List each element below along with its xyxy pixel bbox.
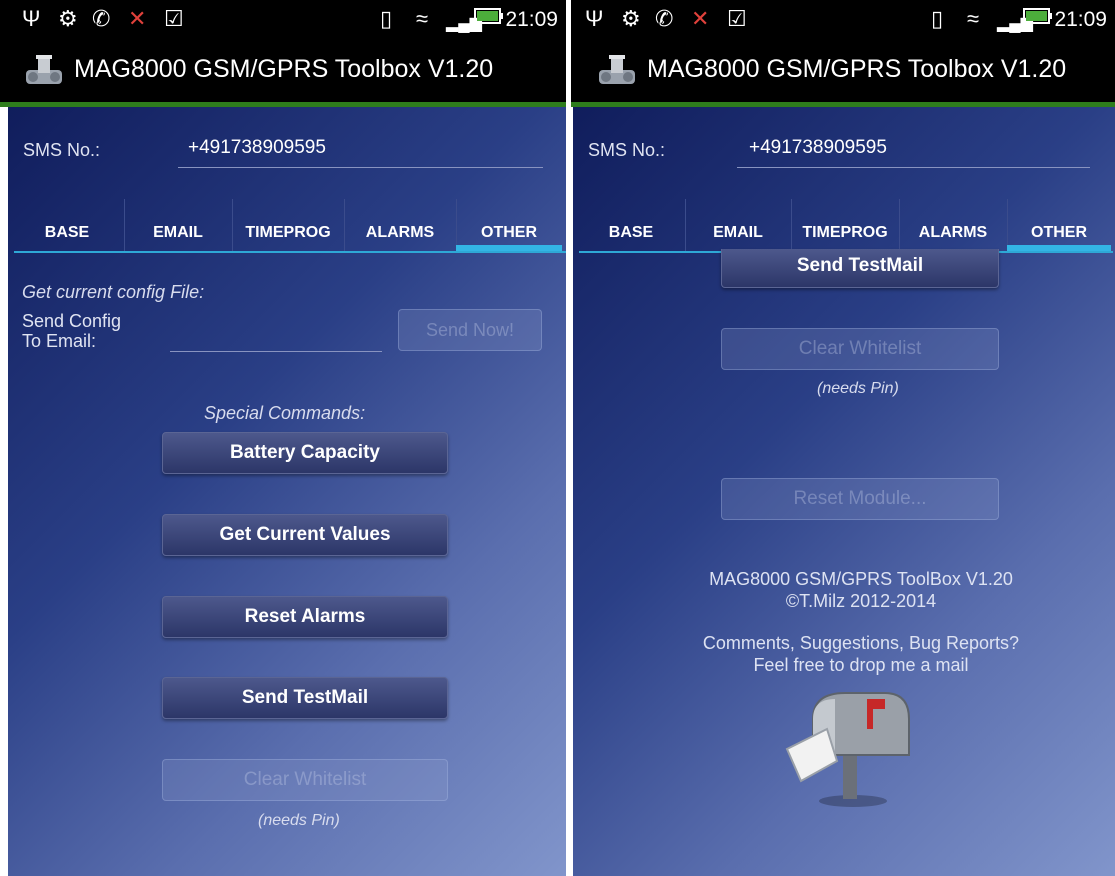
needs-pin-note: (needs Pin) (817, 380, 899, 397)
content-area: SMS No.: +491738909595 BASE EMAIL TIMEPR… (573, 107, 1115, 876)
tab-timeprog[interactable]: TIMEPROG (232, 213, 344, 253)
about-text: MAG8000 GSM/GPRS ToolBox V1.20 ©T.Milz 2… (661, 568, 1061, 676)
app-titlebar: MAG8000 GSM/GPRS Toolbox V1.20 (571, 38, 1115, 107)
tab-selected-indicator (1007, 245, 1111, 251)
wifi-icon: ≈ (967, 6, 980, 31)
status-bar: Ψ ⚙ ✆ ✕ ☑ ▯ ≈ ▂▄▆ 21:09 (0, 0, 566, 38)
sms-label: SMS No.: (23, 140, 101, 160)
sms-number-value: +491738909595 (188, 137, 326, 158)
sms-number-input[interactable] (737, 167, 1090, 168)
flowmeter-icon (24, 53, 64, 91)
about-feedback-question: Comments, Suggestions, Bug Reports? (702, 633, 1020, 653)
reset-module-button[interactable]: Reset Module... (721, 478, 999, 520)
task-check-icon: ☑ (164, 6, 184, 31)
tab-selected-indicator (456, 245, 562, 251)
battery-charging-icon (1023, 5, 1053, 33)
vibrate-icon: ▯ (380, 6, 393, 31)
status-time: 21:09 (505, 8, 558, 31)
vibrate-icon: ▯ (931, 6, 944, 31)
get-current-values-button[interactable]: Get Current Values (162, 514, 448, 556)
send-testmail-button[interactable]: Send TestMail (721, 249, 999, 288)
usb-icon: Ψ (585, 6, 604, 31)
android-debug-icon: ⚙ (621, 6, 641, 31)
tab-email[interactable]: EMAIL (124, 213, 232, 253)
tab-base[interactable]: BASE (577, 213, 685, 253)
app-title: MAG8000 GSM/GPRS Toolbox V1.20 (74, 55, 494, 83)
special-commands-header: Special Commands: (204, 403, 366, 423)
content-area: SMS No.: +491738909595 BASE EMAIL TIMEPR… (8, 107, 566, 876)
tab-alarms[interactable]: ALARMS (899, 213, 1007, 253)
tab-underline (14, 251, 566, 253)
tab-timeprog[interactable]: TIMEPROG (791, 213, 899, 253)
android-debug-icon: ⚙ (58, 6, 78, 31)
send-now-button[interactable]: Send Now! (398, 309, 542, 351)
status-bar: Ψ ⚙ ✆ ✕ ☑ ▯ ≈ ▂▄▆ 21:09 (571, 0, 1115, 38)
tab-alarms[interactable]: ALARMS (344, 213, 456, 253)
clear-whitelist-button[interactable]: Clear Whitelist (162, 759, 448, 801)
clear-whitelist-button[interactable]: Clear Whitelist (721, 328, 999, 370)
sms-number-input[interactable] (178, 167, 543, 168)
sms-label: SMS No.: (588, 140, 666, 160)
whatsapp-icon: ✆ (92, 6, 111, 31)
config-email-input[interactable] (170, 351, 382, 352)
task-check-icon: ☑ (727, 6, 747, 31)
sms-number-value: +491738909595 (749, 137, 887, 158)
battery-capacity-button[interactable]: Battery Capacity (162, 432, 448, 474)
tab-base[interactable]: BASE (12, 213, 122, 253)
config-header: Get current config File: (22, 282, 205, 302)
screen-left: Ψ ⚙ ✆ ✕ ☑ ▯ ≈ ▂▄▆ 21:09 MAG8000 GSM/GPRS… (0, 0, 566, 876)
flowmeter-icon (597, 53, 637, 91)
app-title: MAG8000 GSM/GPRS Toolbox V1.20 (647, 55, 1067, 83)
needs-pin-note: (needs Pin) (258, 812, 340, 829)
mailbox-icon[interactable] (783, 689, 915, 809)
send-testmail-button[interactable]: Send TestMail (162, 677, 448, 719)
screen-right: Ψ ⚙ ✆ ✕ ☑ ▯ ≈ ▂▄▆ 21:09 MAG8000 GSM/GPRS… (571, 0, 1115, 876)
missed-call-icon: ✕ (691, 6, 710, 31)
tab-email[interactable]: EMAIL (685, 213, 791, 253)
usb-icon: Ψ (22, 6, 41, 31)
about-app-version: MAG8000 GSM/GPRS ToolBox V1.20 (709, 569, 1013, 589)
about-feedback-invite: Feel free to drop me a mail (753, 655, 969, 675)
send-config-label: Send Config To Email: (22, 311, 122, 351)
missed-call-icon: ✕ (128, 6, 147, 31)
whatsapp-icon: ✆ (655, 6, 674, 31)
wifi-icon: ≈ (416, 6, 429, 31)
battery-charging-icon (474, 5, 504, 33)
reset-alarms-button[interactable]: Reset Alarms (162, 596, 448, 638)
about-copyright: ©T.Milz 2012-2014 (785, 591, 937, 611)
status-time: 21:09 (1054, 8, 1107, 31)
app-titlebar: MAG8000 GSM/GPRS Toolbox V1.20 (0, 38, 566, 107)
